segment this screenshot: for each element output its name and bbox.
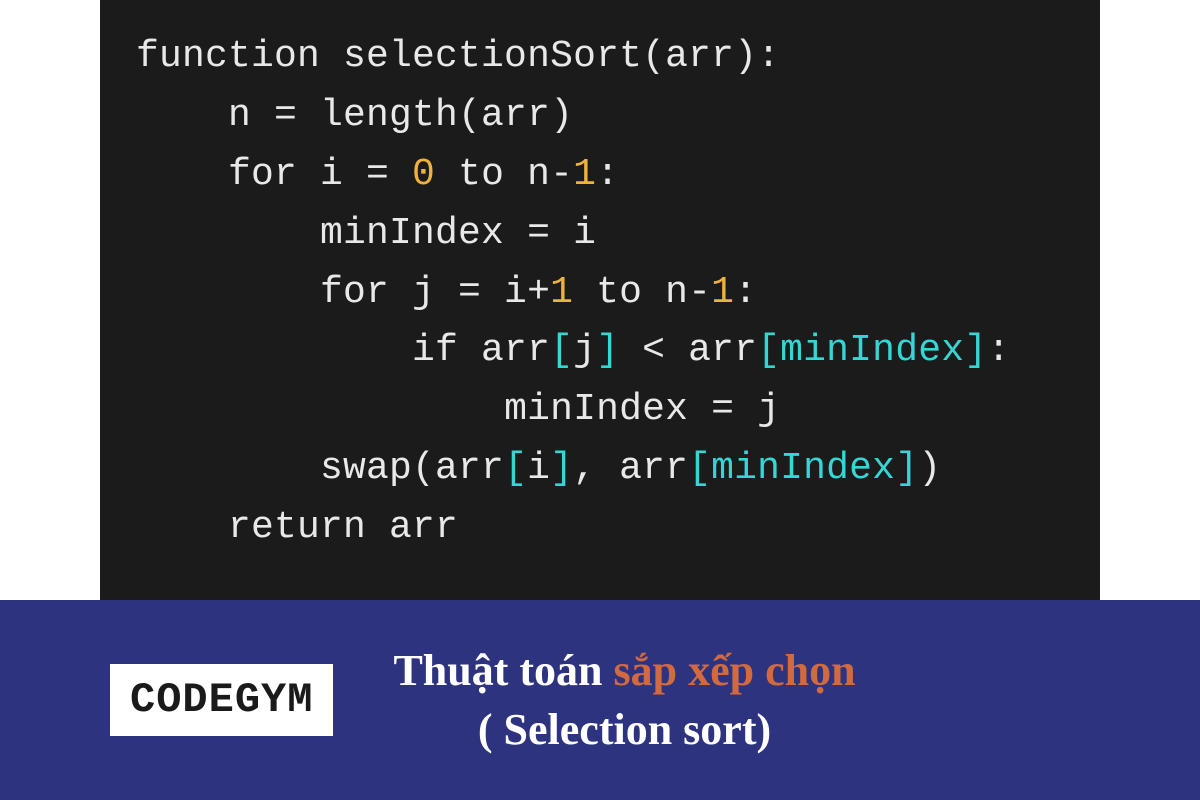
code-token: ) [918, 447, 941, 490]
title-line-1: Thuật toán sắp xếp chọn [393, 641, 855, 700]
code-token: , arr [573, 447, 688, 490]
code-token: ] [550, 447, 573, 490]
code-token: 1 [573, 153, 596, 196]
code-token: 0 [412, 153, 435, 196]
code-token: function selectionSort(arr): [136, 35, 780, 78]
footer-banner: CODEGYM Thuật toán sắp xếp chọn ( Select… [0, 600, 1200, 800]
title-prefix: Thuật toán [393, 646, 613, 695]
logo-text: CODEGYM [130, 676, 313, 724]
code-token: 1 [711, 271, 734, 314]
title-accent: sắp xếp chọn [614, 646, 856, 695]
code-token: minIndex = j [504, 388, 780, 431]
code-token: to n- [573, 271, 711, 314]
code-token: ] [596, 329, 619, 372]
code-line: n = length(arr) [136, 87, 1064, 146]
code-token: return arr [228, 506, 458, 549]
code-token: minIndex [780, 329, 964, 372]
code-line: for j = i+1 to n-1: [136, 264, 1064, 323]
logo-box: CODEGYM [110, 664, 333, 736]
code-token: for i = [228, 153, 412, 196]
code-panel: function selectionSort(arr): n = length(… [100, 0, 1100, 600]
code-token: ] [964, 329, 987, 372]
code-line: function selectionSort(arr): [136, 28, 1064, 87]
code-line: if arr[j] < arr[minIndex]: [136, 322, 1064, 381]
code-token: minIndex = i [320, 212, 596, 255]
slide-title: Thuật toán sắp xếp chọn ( Selection sort… [393, 641, 855, 760]
code-token: : [596, 153, 619, 196]
code-token: < arr [619, 329, 757, 372]
code-token: : [734, 271, 757, 314]
code-token: [ [757, 329, 780, 372]
code-token: : [987, 329, 1010, 372]
code-line: for i = 0 to n-1: [136, 146, 1064, 205]
code-line: minIndex = i [136, 205, 1064, 264]
code-token: ] [895, 447, 918, 490]
code-token: for j = i+ [320, 271, 550, 314]
code-line: return arr [136, 499, 1064, 558]
title-line-2: ( Selection sort) [393, 700, 855, 759]
code-line: swap(arr[i], arr[minIndex]) [136, 440, 1064, 499]
code-token: j [573, 329, 596, 372]
code-token: to n- [435, 153, 573, 196]
code-token: [ [504, 447, 527, 490]
code-token: minIndex [711, 447, 895, 490]
code-line: minIndex = j [136, 381, 1064, 440]
code-token: [ [550, 329, 573, 372]
code-token: n = length(arr) [228, 94, 573, 137]
code-token: [ [688, 447, 711, 490]
code-token: swap(arr [320, 447, 504, 490]
code-token: if arr [412, 329, 550, 372]
code-token: 1 [550, 271, 573, 314]
code-block: function selectionSort(arr): n = length(… [136, 28, 1064, 558]
code-token: i [527, 447, 550, 490]
